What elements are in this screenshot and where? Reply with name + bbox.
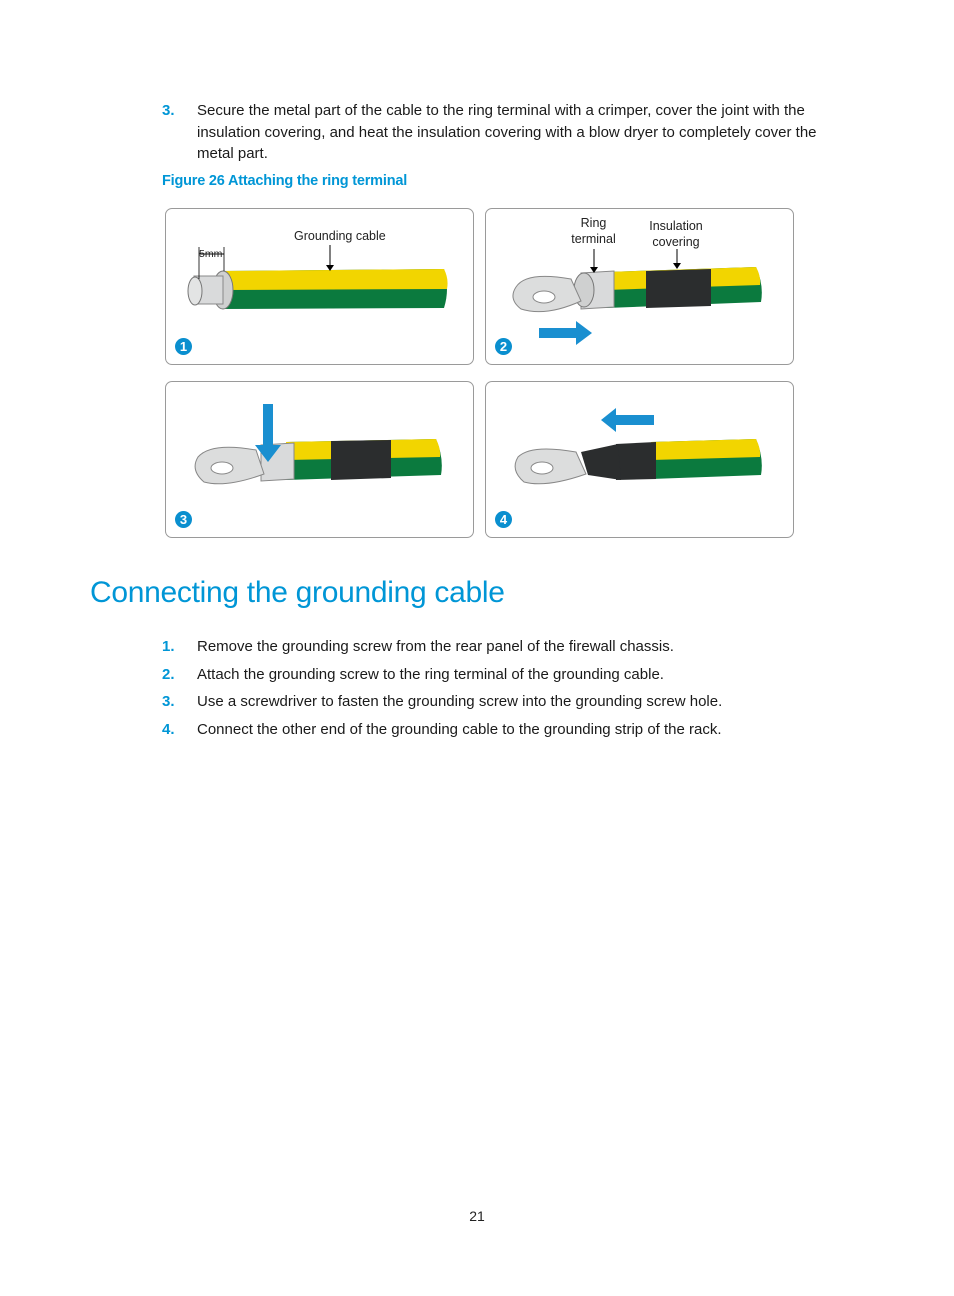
step-text: Connect the other end of the grounding c… [197, 720, 722, 738]
step-number: 2. [162, 665, 175, 683]
section-heading: Connecting the grounding cable [90, 576, 505, 609]
dimension-label: 5mm [199, 248, 223, 260]
step-text: Remove the grounding screw from the rear… [197, 638, 674, 655]
ring-terminal-slide-illustration [512, 249, 762, 345]
ring-terminal-label: Ring terminal [571, 216, 616, 246]
step-number: 3. [162, 102, 175, 119]
step-number: 3. [162, 693, 175, 710]
crimp-illustration [194, 404, 442, 485]
figure-panel-4: 4 [485, 381, 794, 538]
figure-caption: Figure 26 Attaching the ring terminal [162, 173, 408, 189]
heat-shrink-illustration [514, 408, 762, 485]
step-badge: 4 [495, 511, 512, 528]
figure-panel-3: 3 [165, 381, 474, 538]
step-badge: 3 [175, 511, 192, 528]
step-text: Use a screwdriver to fasten the groundin… [197, 693, 723, 710]
insulation-covering-label: Insulation covering [649, 219, 703, 249]
step-text: Secure the metal part of the cable to th… [197, 102, 817, 162]
figure-panel-2: Ring terminal Insulation covering 2 [485, 208, 794, 365]
page-number: 21 [469, 1208, 485, 1224]
step-text: Attach the grounding screw to the ring t… [197, 665, 664, 683]
figure-panel-1: 5mm Grounding cable 1 [165, 208, 474, 365]
grounding-cable-label: Grounding cable [294, 229, 386, 243]
step-number: 4. [162, 720, 175, 738]
step-badge: 1 [175, 338, 192, 355]
step-badge: 2 [495, 338, 512, 355]
step-number: 1. [162, 638, 175, 655]
